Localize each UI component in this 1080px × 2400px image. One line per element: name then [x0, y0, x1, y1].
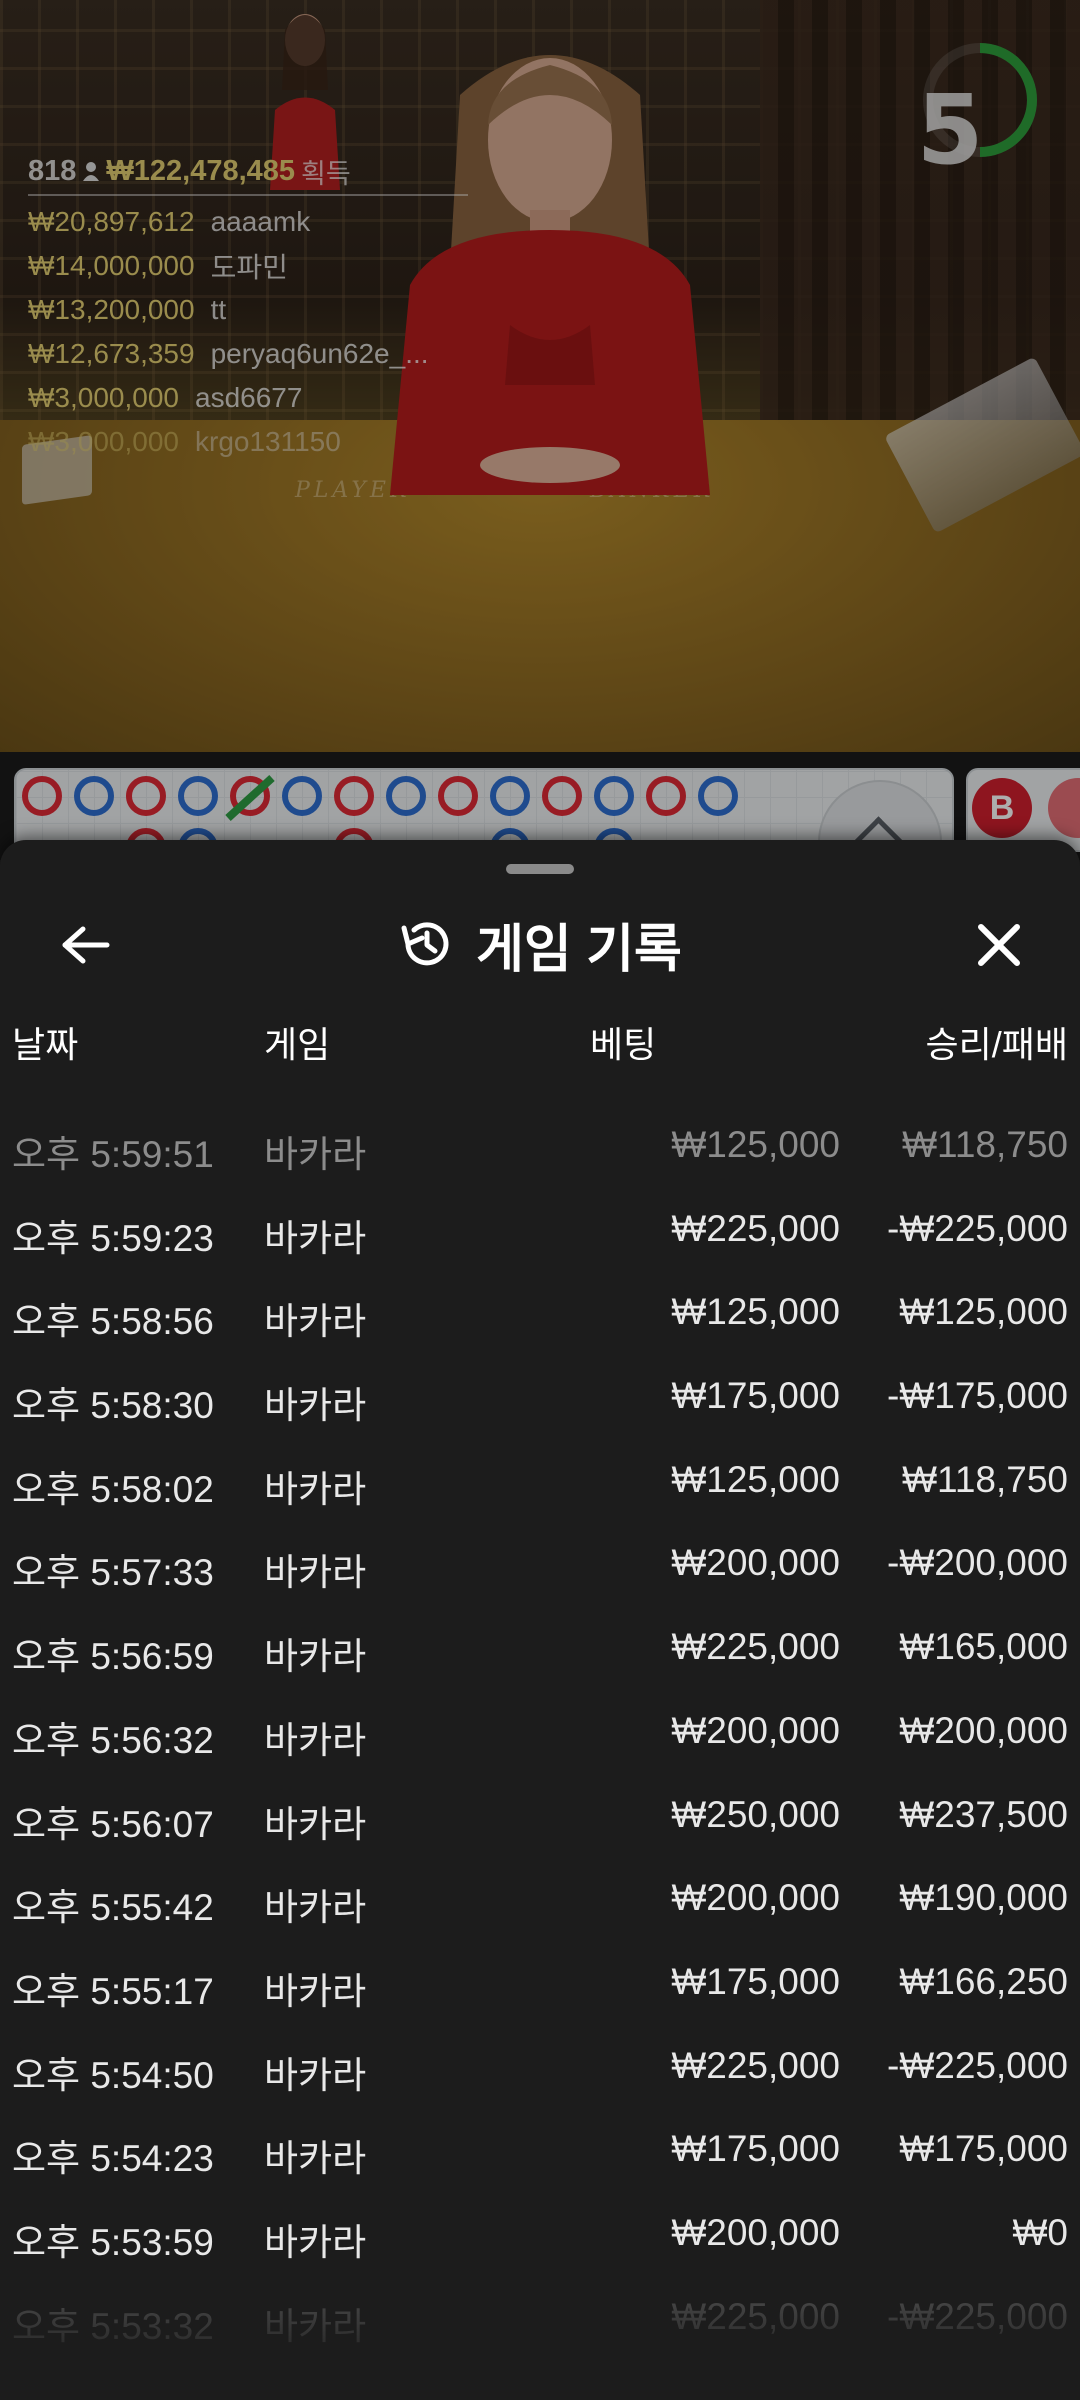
- row-time: 오후 5:56:32: [12, 1719, 214, 1761]
- column-header-date: 날짜: [12, 1024, 79, 1065]
- row-time: 오후 5:53:59: [12, 2221, 214, 2263]
- row-game: 바카라: [264, 1803, 367, 1845]
- row-time: 오후 5:53:32: [12, 2305, 214, 2347]
- history-row[interactable]: 오후 5:55:17 바카라 ₩175,000 ₩166,250: [0, 1947, 1080, 2031]
- row-time: 오후 5:55:17: [12, 1970, 214, 2012]
- row-result: -₩225,000: [887, 2295, 1068, 2337]
- sheet-grabber[interactable]: [506, 864, 574, 874]
- column-header-result: 승리/패배: [925, 1024, 1068, 1065]
- row-game: 바카라: [264, 2054, 367, 2096]
- row-game: 바카라: [264, 1719, 367, 1761]
- row-game: 바카라: [264, 1636, 367, 1678]
- history-row[interactable]: 오후 5:53:59 바카라 ₩200,000 ₩0: [0, 2198, 1080, 2282]
- row-bet: ₩225,000: [671, 1207, 840, 1249]
- history-row[interactable]: 오후 5:59:51 바카라 ₩125,000 ₩118,750: [0, 1110, 1080, 1194]
- row-result: ₩0: [1012, 2211, 1069, 2253]
- row-game: 바카라: [264, 1887, 367, 1929]
- row-result: ₩125,000: [899, 1291, 1068, 1333]
- history-row[interactable]: 오후 5:53:32 바카라 ₩225,000 -₩225,000: [0, 2282, 1080, 2366]
- row-time: 오후 5:54:23: [12, 2138, 214, 2180]
- row-game: 바카라: [264, 1468, 367, 1510]
- row-bet: ₩175,000: [671, 1960, 840, 2002]
- row-result: -₩225,000: [887, 1207, 1068, 1249]
- row-time: 오후 5:56:07: [12, 1803, 214, 1845]
- row-game: 바카라: [264, 1970, 367, 2012]
- row-game: 바카라: [264, 2305, 367, 2347]
- history-row[interactable]: 오후 5:56:59 바카라 ₩225,000 ₩165,000: [0, 1612, 1080, 1696]
- row-bet: ₩200,000: [671, 2211, 840, 2253]
- row-time: 오후 5:59:51: [12, 1134, 214, 1175]
- game-history-sheet: 게임 기록 날짜 게임 베팅 승리/패배 오후 5:59:51 바카라 ₩125,0…: [0, 840, 1080, 2400]
- row-bet: ₩200,000: [671, 1709, 840, 1751]
- row-bet: ₩250,000: [671, 1793, 840, 1835]
- page-title: 게임 기록: [476, 920, 682, 979]
- row-result: -₩225,000: [887, 2044, 1068, 2086]
- row-time: 오후 5:54:50: [12, 2054, 214, 2096]
- history-icon: [401, 922, 449, 966]
- row-game: 바카라: [264, 1217, 367, 1259]
- row-bet: ₩125,000: [671, 1124, 840, 1165]
- history-list: 오후 5:59:51 바카라 ₩125,000 ₩118,750 오후 5:59:23…: [0, 1110, 1080, 2365]
- history-row[interactable]: 오후 5:54:23 바카라 ₩175,000 ₩175,000: [0, 2114, 1080, 2198]
- row-time: 오후 5:58:56: [12, 1301, 214, 1343]
- row-game: 바카라: [264, 1301, 367, 1343]
- row-bet: ₩125,000: [671, 1458, 840, 1500]
- history-row[interactable]: 오후 5:58:56 바카라 ₩125,000 ₩125,000: [0, 1277, 1080, 1361]
- row-bet: ₩200,000: [671, 1542, 840, 1584]
- row-time: 오후 5:56:59: [12, 1636, 214, 1678]
- row-game: 바카라: [264, 1552, 367, 1594]
- row-result: ₩118,750: [902, 1124, 1068, 1165]
- history-row[interactable]: 오후 5:58:30 바카라 ₩175,000 -₩175,000: [0, 1361, 1080, 1445]
- row-result: ₩200,000: [899, 1709, 1068, 1751]
- row-game: 바카라: [264, 2138, 367, 2180]
- column-header-bet: 베팅: [590, 1024, 657, 1065]
- row-result: ₩190,000: [899, 1877, 1068, 1919]
- row-bet: ₩200,000: [671, 1877, 840, 1919]
- row-bet: ₩225,000: [671, 2295, 840, 2337]
- history-row[interactable]: 오후 5:58:02 바카라 ₩125,000 ₩118,750: [0, 1445, 1080, 1529]
- row-bet: ₩175,000: [671, 1375, 840, 1417]
- row-time: 오후 5:55:42: [12, 1887, 214, 1929]
- row-bet: ₩225,000: [671, 2044, 840, 2086]
- row-bet: ₩125,000: [671, 1291, 840, 1333]
- row-result: ₩175,000: [899, 2128, 1068, 2170]
- row-result: ₩118,750: [902, 1458, 1068, 1500]
- row-bet: ₩225,000: [671, 1626, 840, 1668]
- row-time: 오후 5:58:30: [12, 1385, 214, 1427]
- dim-overlay[interactable]: [0, 0, 1080, 860]
- history-row[interactable]: 오후 5:57:33 바카라 ₩200,000 -₩200,000: [0, 1528, 1080, 1612]
- row-bet: ₩175,000: [671, 2128, 840, 2170]
- sheet-title: 게임 기록: [0, 904, 1080, 984]
- row-result: -₩175,000: [887, 1375, 1068, 1417]
- history-row[interactable]: 오후 5:56:32 바카라 ₩200,000 ₩200,000: [0, 1696, 1080, 1780]
- history-row[interactable]: 오후 5:55:42 바카라 ₩200,000 ₩190,000: [0, 1863, 1080, 1947]
- row-result: ₩166,250: [899, 1960, 1068, 2002]
- close-icon: [978, 924, 1020, 966]
- row-result: -₩200,000: [887, 1542, 1068, 1584]
- close-button[interactable]: [964, 910, 1034, 980]
- row-game: 바카라: [264, 1385, 367, 1427]
- row-game: 바카라: [264, 1134, 367, 1175]
- history-row[interactable]: 오후 5:54:50 바카라 ₩225,000 -₩225,000: [0, 2031, 1080, 2115]
- row-time: 오후 5:57:33: [12, 1552, 214, 1594]
- column-header-game: 게임: [264, 1024, 331, 1065]
- row-time: 오후 5:59:23: [12, 1217, 214, 1259]
- row-game: 바카라: [264, 2221, 367, 2263]
- row-time: 오후 5:58:02: [12, 1468, 214, 1510]
- history-row[interactable]: 오후 5:59:23 바카라 ₩225,000 -₩225,000: [0, 1194, 1080, 1278]
- row-result: ₩237,500: [899, 1793, 1068, 1835]
- history-row[interactable]: 오후 5:56:07 바카라 ₩250,000 ₩237,500: [0, 1780, 1080, 1864]
- row-result: ₩165,000: [899, 1626, 1068, 1668]
